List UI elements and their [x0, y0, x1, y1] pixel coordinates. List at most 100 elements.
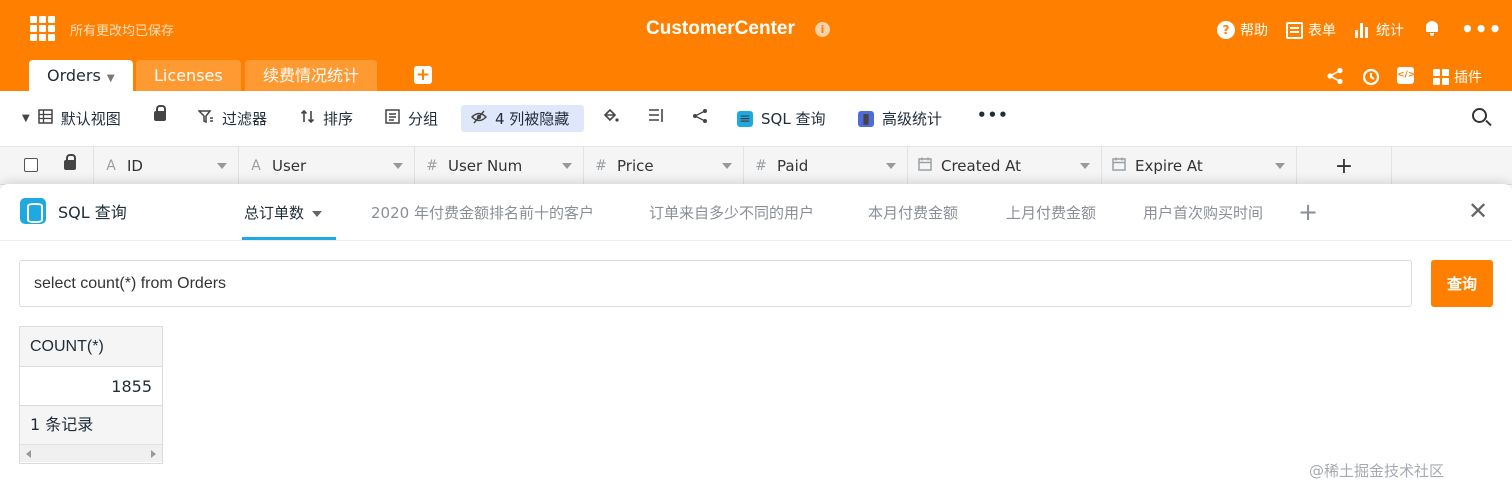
chevron-down-icon[interactable] [393, 163, 403, 169]
tab-licenses[interactable]: Licenses [136, 60, 241, 91]
text-type-icon: A [106, 158, 116, 174]
query-tab-this-month-paid[interactable]: 本月付费金额 [868, 202, 958, 223]
tab-orders[interactable]: Orders ▼ [29, 60, 133, 91]
view-selector[interactable]: ▼ 默认视图 [22, 108, 121, 129]
column-header-user-num[interactable]: # User Num [415, 147, 584, 185]
column-header-user[interactable]: A User [239, 147, 415, 185]
result-column-header: COUNT(*) [20, 327, 162, 367]
history-icon[interactable] [1361, 67, 1380, 90]
chevron-down-icon[interactable] [312, 210, 323, 217]
column-header-price[interactable]: # Price [584, 147, 744, 185]
help-button[interactable]: ? 帮助 [1217, 20, 1268, 40]
chevron-down-icon[interactable] [1080, 163, 1090, 169]
query-result-table: COUNT(*) 1855 1 条记录 [19, 326, 163, 464]
chevron-down-icon[interactable] [562, 163, 572, 169]
filter-button[interactable]: 过滤器 [197, 108, 267, 129]
scroll-right-icon[interactable] [151, 450, 156, 458]
tab-label: Licenses [154, 66, 223, 85]
lock-icon [64, 154, 76, 170]
question-icon: ? [1217, 21, 1235, 39]
save-status: 所有更改均已保存 [70, 24, 175, 39]
toolbar-more-icon[interactable]: ••• [977, 106, 1009, 124]
sql-query-button[interactable]: ≡ SQL 查询 [737, 108, 825, 129]
app-header: 所有更改均已保存 CustomerCenter i ? 帮助 表单 统计 •••… [0, 0, 1512, 91]
form-button[interactable]: 表单 [1286, 20, 1336, 40]
advanced-stats-button[interactable]: ▮ 高级统计 [858, 108, 942, 129]
watermark: @稀土掘金技术社区 [1309, 462, 1445, 480]
search-icon[interactable] [1472, 108, 1487, 123]
more-menu-icon[interactable]: ••• [1461, 17, 1502, 41]
scroll-left-icon[interactable] [26, 450, 31, 458]
code-icon[interactable]: </> [1397, 67, 1415, 84]
tab-label: 续费情况统计 [263, 66, 360, 85]
sql-query-input[interactable] [19, 260, 1412, 307]
column-header-paid[interactable]: # Paid [744, 147, 908, 185]
add-table-button[interactable]: + [414, 66, 432, 84]
column-name: Created At [941, 157, 1022, 175]
share-icon[interactable] [1326, 67, 1344, 89]
view-label: 默认视图 [60, 110, 121, 128]
stats-button[interactable]: 统计 [1354, 20, 1404, 40]
add-query-button[interactable]: + [1298, 198, 1318, 226]
select-all-checkbox[interactable] [24, 158, 38, 172]
text-type-icon: A [251, 158, 261, 174]
row-color-button[interactable] [602, 108, 627, 128]
row-select-column [0, 147, 94, 185]
query-tab-distinct-users[interactable]: 订单来自多少不同的用户 [649, 202, 814, 223]
app-title[interactable]: CustomerCenter [646, 18, 795, 40]
column-name: ID [127, 157, 143, 175]
chevron-down-icon[interactable] [722, 163, 732, 169]
query-tab-first-purchase[interactable]: 用户首次购买时间 [1143, 202, 1263, 223]
group-icon [385, 109, 400, 128]
query-tab-top-customers-2020[interactable]: 2020 年付费金额排名前十的客户 [371, 202, 594, 223]
number-type-icon: # [426, 158, 438, 174]
divider [0, 240, 1512, 241]
lock-view-button[interactable] [154, 105, 166, 121]
column-header-id[interactable]: A ID [94, 147, 239, 185]
horizontal-scrollbar[interactable] [20, 444, 162, 462]
add-column-button[interactable]: + [1297, 147, 1392, 185]
column-name: User Num [448, 157, 523, 175]
plugin-icon [1433, 69, 1449, 85]
sort-icon [300, 109, 315, 128]
chevron-down-icon[interactable]: ▼ [107, 73, 115, 84]
share-view-button[interactable] [692, 108, 716, 128]
info-icon[interactable]: i [815, 22, 830, 37]
number-type-icon: # [595, 158, 607, 174]
query-tab-label: 总订单数 [244, 204, 305, 222]
filter-icon [197, 109, 214, 128]
group-button[interactable]: 分组 [385, 108, 438, 129]
eye-off-icon [470, 110, 488, 128]
query-tab-total-orders[interactable]: 总订单数 [244, 202, 323, 223]
calendar-icon [918, 157, 932, 175]
notifications-button[interactable] [1424, 20, 1445, 36]
run-query-button[interactable]: 查询 [1431, 260, 1493, 307]
chevron-down-icon[interactable] [886, 163, 896, 169]
tab-renewal-stats[interactable]: 续费情况统计 [245, 60, 378, 91]
number-type-icon: # [755, 158, 767, 174]
result-value-cell: 1855 [20, 367, 162, 406]
apps-grid-icon[interactable] [30, 16, 55, 41]
column-name: Price [617, 157, 654, 175]
sql-panel-title-label: SQL 查询 [58, 203, 127, 222]
row-height-button[interactable] [648, 108, 672, 127]
chevron-down-icon[interactable] [217, 163, 227, 169]
hidden-columns-label: 4 列被隐藏 [495, 110, 570, 128]
query-tab-last-month-paid[interactable]: 上月付费金额 [1006, 202, 1096, 223]
advanced-stats-icon: ▮ [858, 110, 874, 127]
database-icon [20, 198, 46, 224]
hidden-columns-button[interactable]: 4 列被隐藏 [461, 105, 584, 132]
close-icon[interactable]: ✕ [1468, 197, 1488, 225]
chevron-down-icon[interactable] [1275, 163, 1285, 169]
column-header-expire-at[interactable]: Expire At [1102, 147, 1297, 185]
column-name: User [272, 157, 307, 175]
sort-button[interactable]: 排序 [300, 108, 353, 129]
sql-panel-title: SQL 查询 [20, 198, 127, 224]
sql-icon: ≡ [737, 110, 753, 127]
column-header-created-at[interactable]: Created At [908, 147, 1102, 185]
help-label: 帮助 [1240, 23, 1268, 39]
plugins-button[interactable]: 插件 [1433, 67, 1482, 87]
tab-label: Orders [47, 66, 101, 85]
paint-bucket-icon [602, 108, 619, 128]
plugins-label: 插件 [1454, 70, 1482, 86]
